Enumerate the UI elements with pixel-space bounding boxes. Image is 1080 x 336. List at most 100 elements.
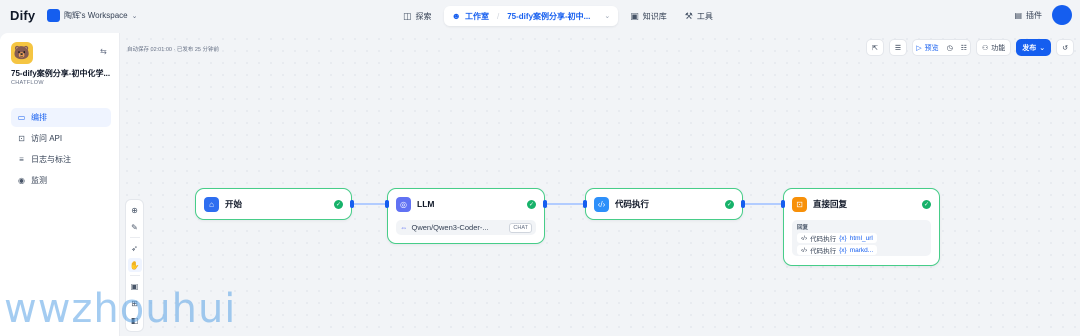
variable-brace-icon: {x} [839,246,847,254]
nav-separator: / [497,11,500,21]
variables-icon: ☰ [894,44,902,52]
input-handle[interactable] [583,200,587,208]
preview-label: 预览 [924,44,939,52]
reply-variable: ‹/› 代码执行 {x} markd... [797,245,878,255]
version-history-button[interactable]: ↺ [1056,39,1074,56]
plugins-button[interactable]: ▤ 插件 [1014,10,1042,21]
env-variables-button[interactable]: ☰ [888,39,908,56]
chevron-down-icon: ⌄ [1039,44,1046,52]
node-title: 开始 [225,199,243,209]
sidebar-item-orchestrate[interactable]: ▭ 编排 [11,108,111,127]
checklist-icon[interactable]: ☷ [961,44,967,52]
model-name: Qwen/Qwen3-Coder-... [411,223,489,232]
variable-node: 代码执行 [810,248,837,255]
autosave-status: 自动保存 02:01:00 · 已发布 25 分钟前 [127,47,219,53]
app-icon: 🐻 [11,42,33,64]
variable-name: html_url [849,234,873,242]
sidebar-item-monitor[interactable]: ◉ 监测 [11,171,111,190]
history-run-icon[interactable]: ◷ [947,44,953,52]
workspace-switcher[interactable]: 陶辉's Workspace ⌄ [47,9,138,22]
explore-icon: ◫ [403,10,412,21]
nav-tools[interactable]: ⚒ 工具 [679,6,719,26]
pointer-icon[interactable]: ➶ [128,241,142,255]
history-icon: ↺ [1062,44,1068,52]
nav-explore-label: 探索 [415,11,432,21]
output-handle[interactable] [350,200,354,208]
sidebar-item-label: 编排 [31,113,47,122]
robot-icon: ☻ [451,11,461,21]
collapse-sidebar-icon[interactable]: ⇆ [100,47,107,56]
success-check-icon: ✓ [725,199,734,209]
input-handle[interactable] [781,200,785,208]
publish-button[interactable]: 发布 ⌄ [1016,39,1052,56]
node-answer[interactable]: ⊡ 直接回复 ✓ 回复 ‹/› 代码执行 {x} html_url ‹/› 代码… [781,188,940,266]
features-button[interactable]: ⚇ 功能 [975,39,1012,56]
reply-icon: ⊡ [792,196,807,212]
node-title: LLM [417,199,435,209]
hand-icon[interactable]: ✋ [127,258,142,272]
node-start[interactable]: ⌂ 开始 ✓ [195,188,354,220]
doc-icon: ≡ [19,155,24,164]
edge-llm-code [545,203,585,205]
code-icon: ‹/› [801,234,808,242]
add-node-icon[interactable]: ⊕ [128,203,142,217]
edge-code-answer [743,203,783,205]
workspace-avatar [47,9,60,22]
run-group: ▷ 预览 ◷ ☷ [912,39,971,56]
node-code[interactable]: ‹/› 代码执行 ✓ [583,188,745,220]
nav-knowledge-label: 知识库 [642,11,667,21]
node-llm[interactable]: ◎ LLM ✓ ⇔ Qwen/Qwen3-Coder-... CHAT [385,188,547,244]
reply-content: 回复 ‹/› 代码执行 {x} html_url ‹/› 代码执行 {x} ma… [792,220,931,256]
nav-tools-label: 工具 [696,11,713,21]
output-handle[interactable] [741,200,745,208]
play-icon: ▷ [916,44,922,52]
node-header: ⌂ 开始 ✓ [204,196,343,212]
sidebar-item-label: 监测 [31,176,47,185]
import-button[interactable]: ⇱ [866,39,884,56]
sidebar-item-api[interactable]: ⊡ 访问 API [11,129,111,148]
workflow-canvas[interactable]: 自动保存 02:01:00 · 已发布 25 分钟前 ⇱ ☰ ▷ 预览 ◷ ☷ … [121,33,1080,336]
main-nav: ◫ 探索 ☻ 工作室 / 75-dify案例分享-初中... ⌄ ▣ 知识库 ⚒… [397,6,719,26]
reply-variable: ‹/› 代码执行 {x} html_url [797,233,877,243]
nav-explore[interactable]: ◫ 探索 [397,6,438,26]
features-icon: ⚇ [981,44,989,52]
model-provider-icon: ⇔ [400,223,408,232]
sidebar-item-label: 访问 API [31,134,63,143]
sidebar-menu: ▭ 编排 ⊡ 访问 API ≡ 日志与标注 ◉ 监测 [11,108,111,192]
plugin-icon: ▤ [1014,11,1022,20]
workspace-name: 陶辉's Workspace [64,11,128,20]
variable-brace-icon: {x} [839,234,847,242]
add-note-icon[interactable]: ✎ [128,220,142,234]
plugins-label: 插件 [1026,11,1042,20]
current-app-name[interactable]: 75-dify案例分享-初中... [507,11,590,22]
layout-icon: ▭ [17,113,26,122]
node-header: ⊡ 直接回复 ✓ [792,196,931,212]
canvas-toolbar: ⇱ ☰ ▷ 预览 ◷ ☷ ⚇ 功能 发布 ⌄ ↺ [866,39,1074,56]
home-icon: ⌂ [204,196,219,212]
input-handle[interactable] [385,200,389,208]
node-title: 代码执行 [615,199,650,209]
nav-studio[interactable]: ☻ 工作室 / 75-dify案例分享-初中... ⌄ [443,6,619,26]
model-selector[interactable]: ⇔ Qwen/Qwen3-Coder-... CHAT [396,220,536,235]
publish-label: 发布 [1022,44,1037,52]
sidebar-app-mode: CHATFLOW [11,80,44,86]
import-icon: ⇱ [872,44,878,52]
preview-button[interactable]: ▷ 预览 [916,43,938,53]
user-avatar[interactable] [1052,5,1072,25]
success-check-icon: ✓ [922,199,931,209]
hammer-icon: ⚒ [684,10,693,21]
output-handle[interactable] [543,200,547,208]
monitor-icon: ◉ [18,176,25,185]
reply-label: 回复 [797,225,809,231]
top-bar: Dify 陶辉's Workspace ⌄ ◫ 探索 ☻ 工作室 / 75-di… [0,0,1080,33]
code-icon: ‹/› [801,246,808,254]
nav-knowledge[interactable]: ▣ 知识库 [624,6,673,26]
chevron-down-icon[interactable]: ⌄ [604,12,610,20]
model-mode-badge: CHAT [509,222,532,233]
terminal-icon: ⊡ [18,134,25,143]
chevron-down-icon: ⌄ [131,12,138,20]
sidebar-item-logs[interactable]: ≡ 日志与标注 [11,150,111,169]
dify-logo[interactable]: Dify [10,8,35,23]
code-icon: ‹/› [594,196,609,212]
sidebar-item-label: 日志与标注 [31,155,71,164]
